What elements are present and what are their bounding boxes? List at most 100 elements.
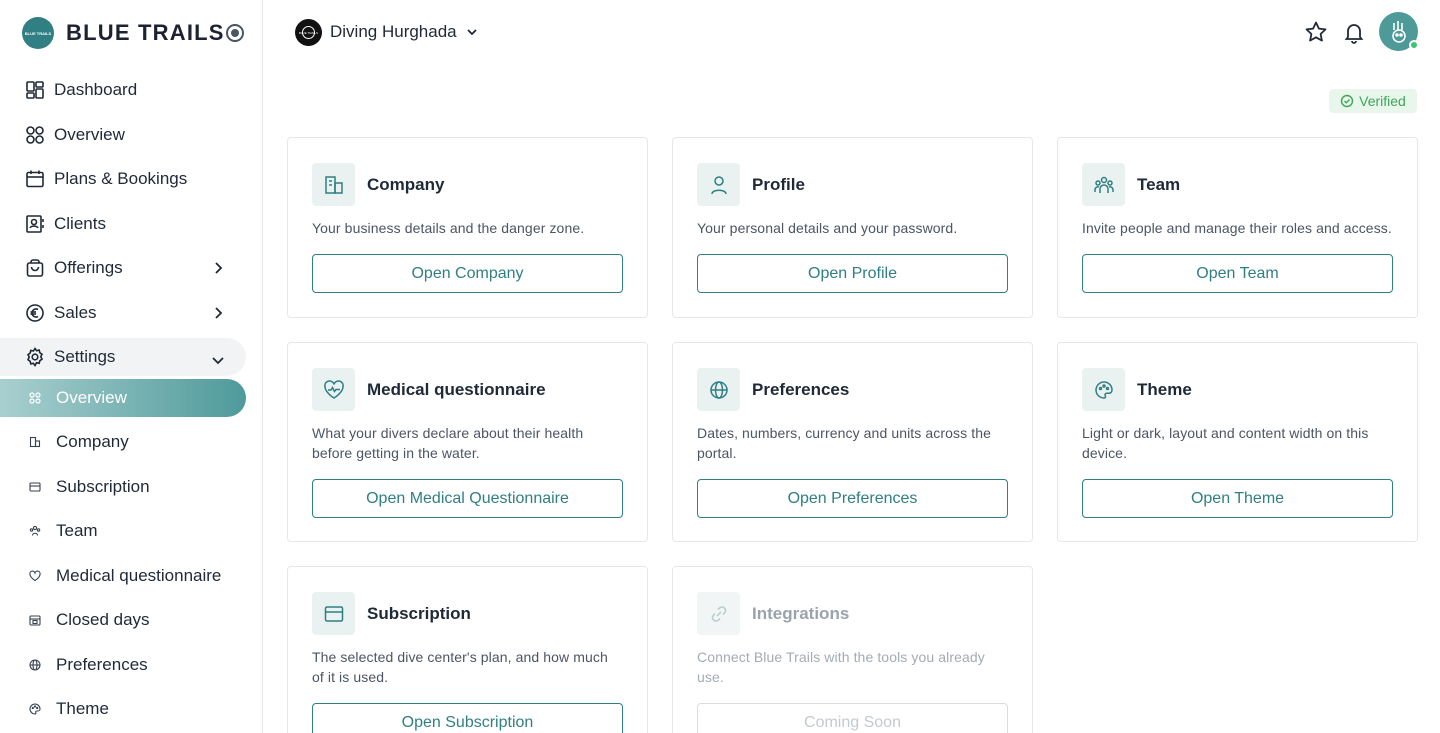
- card-title: Company: [367, 174, 445, 194]
- palette-icon: [28, 702, 42, 716]
- calendar-icon: [24, 168, 46, 190]
- open-team-button[interactable]: Open Team: [1082, 254, 1393, 293]
- settings-sub-company[interactable]: Company: [0, 420, 246, 465]
- nav-label: Dashboard: [54, 80, 138, 100]
- chevron-down-icon: [212, 357, 224, 365]
- globe-icon: [697, 368, 740, 411]
- sub-label: Company: [56, 432, 129, 452]
- coming-soon-button: Coming Soon: [697, 703, 1008, 733]
- card-integrations: Integrations Connect Blue Trails with th…: [672, 566, 1033, 733]
- svg-text:BLUE TRAILS: BLUE TRAILS: [25, 31, 52, 36]
- nav-label: Sales: [54, 302, 97, 322]
- dashboard-icon: [24, 79, 46, 101]
- grid-icon: [28, 391, 42, 405]
- settings-sub-medical[interactable]: Medical questionnaire: [0, 554, 246, 599]
- bell-icon[interactable]: [1341, 19, 1367, 45]
- card-title: Preferences: [752, 379, 850, 399]
- card-medical-questionnaire: Medical questionnaire What your divers d…: [287, 342, 648, 542]
- card-title: Medical questionnaire: [367, 379, 546, 399]
- card-profile: Profile Your personal details and your p…: [672, 137, 1033, 318]
- card-description: Invite people and manage their roles and…: [1082, 220, 1392, 236]
- chevron-down-icon: [467, 29, 477, 36]
- settings-sub-subscription[interactable]: Subscription: [0, 465, 246, 510]
- nav-item-settings[interactable]: Settings: [0, 338, 246, 376]
- team-icon: [1082, 163, 1125, 206]
- card-description: Your business details and the danger zon…: [312, 220, 585, 236]
- building-icon: [312, 163, 355, 206]
- card-description: What your divers declare about their hea…: [312, 425, 584, 461]
- verified-badge: Verified: [1329, 89, 1417, 113]
- nav-item-clients[interactable]: Clients: [0, 202, 246, 247]
- nav-item-sales[interactable]: Sales: [0, 291, 246, 336]
- settings-sub-preferences[interactable]: Preferences: [0, 643, 246, 688]
- card-description: Connect Blue Trails with the tools you a…: [697, 649, 985, 685]
- card-description: Dates, numbers, currency and units acros…: [697, 425, 991, 461]
- open-preferences-button[interactable]: Open Preferences: [697, 479, 1008, 518]
- link-icon: [697, 592, 740, 635]
- sub-label: Closed days: [56, 610, 150, 630]
- sub-label: Subscription: [56, 476, 150, 496]
- star-icon[interactable]: [1303, 19, 1329, 45]
- card-theme: Theme Light or dark, layout and content …: [1057, 342, 1418, 542]
- brand[interactable]: BLUE TRAILS BLUE TRAILS: [22, 17, 248, 49]
- check-circle-icon: [1340, 94, 1354, 108]
- gear-icon: [24, 346, 46, 368]
- card-description: Your personal details and your password.: [697, 220, 958, 236]
- palette-icon: [1082, 368, 1125, 411]
- settings-sub-team[interactable]: Team: [0, 509, 246, 554]
- top-bar: BLUE TRAILS Diving Hurghada: [263, 0, 1440, 66]
- open-medical-questionnaire-button[interactable]: Open Medical Questionnaire: [312, 479, 623, 518]
- calendar-icon: [28, 613, 42, 627]
- sub-label: Medical questionnaire: [56, 565, 222, 585]
- sub-label: Preferences: [56, 654, 148, 674]
- nav-item-overview[interactable]: Overview: [0, 113, 246, 158]
- overview-icon: [24, 124, 46, 146]
- sub-label: Overview: [56, 388, 127, 407]
- online-status-indicator: [1409, 40, 1419, 50]
- euro-icon: [24, 302, 46, 324]
- settings-sub-overview[interactable]: Overview: [0, 379, 246, 417]
- top-actions: [1303, 12, 1419, 51]
- building-icon: [28, 435, 42, 449]
- brand-logo: BLUE TRAILS: [22, 17, 54, 49]
- clients-icon: [24, 213, 46, 235]
- user-avatar[interactable]: [1379, 12, 1419, 51]
- open-theme-button[interactable]: Open Theme: [1082, 479, 1393, 518]
- heart-pulse-icon: [312, 368, 355, 411]
- card-icon: [312, 592, 355, 635]
- nav-item-dashboard[interactable]: Dashboard: [0, 68, 246, 113]
- settings-sub-theme[interactable]: Theme: [0, 687, 246, 732]
- bag-icon: [24, 257, 46, 279]
- nav-item-plans-bookings[interactable]: Plans & Bookings: [0, 157, 246, 202]
- card-icon: [28, 480, 42, 494]
- card-title: Theme: [1137, 379, 1192, 399]
- settings-cards-grid: Company Your business details and the da…: [287, 137, 1418, 733]
- nav-label: Clients: [54, 213, 106, 233]
- card-preferences: Preferences Dates, numbers, currency and…: [672, 342, 1033, 542]
- settings-sub-closed-days[interactable]: Closed days: [0, 598, 246, 643]
- open-company-button[interactable]: Open Company: [312, 254, 623, 293]
- card-company: Company Your business details and the da…: [287, 137, 648, 318]
- nav-item-offerings[interactable]: Offerings: [0, 246, 246, 291]
- card-description: The selected dive center's plan, and how…: [312, 649, 608, 685]
- sidebar-toggle-icon[interactable]: [226, 24, 244, 42]
- verified-label: Verified: [1359, 93, 1406, 109]
- chevron-right-icon: [215, 306, 223, 319]
- svg-text:BLUE TRAILS: BLUE TRAILS: [299, 31, 318, 35]
- team-icon: [28, 524, 42, 538]
- card-team: Team Invite people and manage their role…: [1057, 137, 1418, 318]
- card-description: Light or dark, layout and content width …: [1082, 425, 1369, 461]
- org-switcher[interactable]: BLUE TRAILS Diving Hurghada: [295, 18, 479, 46]
- sidebar: BLUE TRAILS BLUE TRAILS Dashboard Overvi…: [0, 0, 263, 733]
- card-title: Team: [1137, 174, 1181, 194]
- open-subscription-button[interactable]: Open Subscription: [312, 703, 623, 733]
- card-subscription: Subscription The selected dive center's …: [287, 566, 648, 733]
- heart-icon: [28, 569, 42, 583]
- nav-label: Plans & Bookings: [54, 169, 188, 189]
- sub-label: Theme: [56, 699, 109, 719]
- nav-label: Overview: [54, 124, 125, 144]
- card-title: Integrations: [752, 603, 850, 623]
- nav-label: Settings: [54, 347, 116, 366]
- chevron-right-icon: [215, 262, 223, 274]
- open-profile-button[interactable]: Open Profile: [697, 254, 1008, 293]
